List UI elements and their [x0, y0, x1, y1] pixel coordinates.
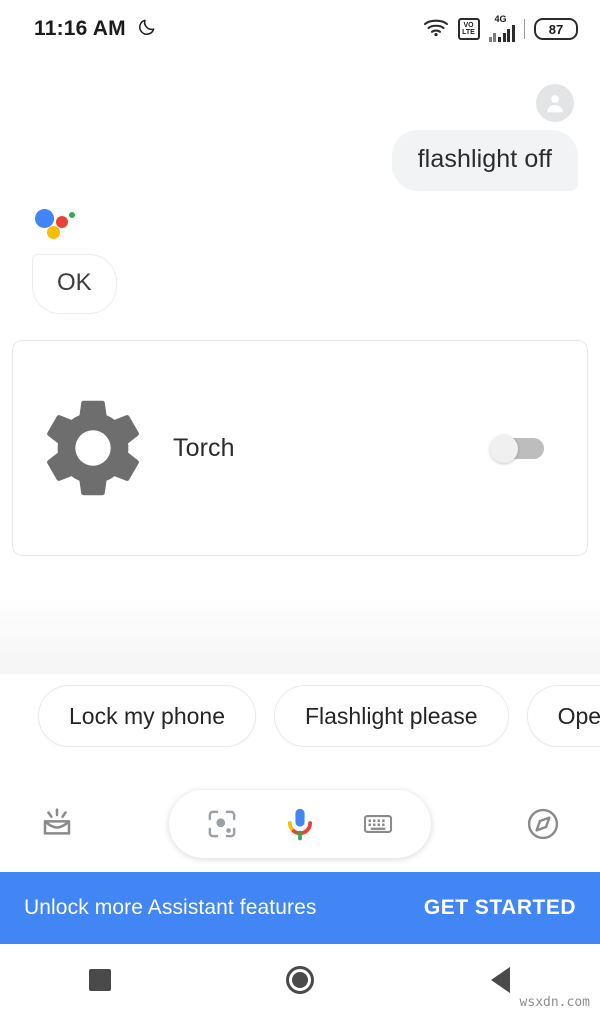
- home-inner-dot: [292, 972, 308, 988]
- signal-bars-sim2: [498, 24, 515, 42]
- device-name-label: Torch: [173, 433, 235, 462]
- google-lens-icon[interactable]: [194, 796, 250, 852]
- battery-percent-label: 87: [548, 21, 564, 37]
- volte-bottom-text: LTE: [462, 29, 475, 36]
- suggestion-chip[interactable]: Open c: [526, 685, 600, 747]
- toggle-knob[interactable]: [490, 435, 518, 463]
- signal-bars-sim1: [488, 24, 496, 42]
- volte-icon: VO LTE: [457, 18, 480, 40]
- back-triangle-shape: [490, 967, 510, 993]
- torch-toggle-wrap[interactable]: [447, 435, 587, 463]
- volte-top-text: VO: [463, 22, 474, 29]
- assistant-screen: 11:16 AM VO LTE 4G 87 flashlight off OK …: [0, 0, 600, 1016]
- cellular-signal-icon: 4G: [488, 14, 515, 42]
- assistant-dot-red: [56, 216, 68, 228]
- wifi-icon: [423, 17, 449, 42]
- assistant-dot-blue: [35, 209, 54, 228]
- battery-icon: 87: [534, 18, 578, 40]
- status-bar-right: VO LTE 4G 87: [423, 14, 578, 42]
- snapshot-icon[interactable]: [30, 797, 84, 851]
- section-separator: [0, 658, 600, 674]
- suggestion-chip[interactable]: Flashlight please: [273, 685, 509, 747]
- circle-home-icon[interactable]: [255, 955, 345, 1005]
- status-bar: 11:16 AM VO LTE 4G 87: [0, 0, 600, 58]
- suggestion-chips-row[interactable]: Lock my phone Flashlight please Open c: [0, 685, 600, 747]
- google-assistant-logo-icon: [34, 204, 78, 244]
- google-microphone-icon[interactable]: [272, 796, 328, 852]
- assistant-action-pill: [169, 790, 431, 858]
- status-divider: [523, 19, 525, 39]
- avatar[interactable]: [536, 84, 574, 122]
- android-nav-bar: [0, 944, 600, 1016]
- status-time: 11:16 AM: [34, 17, 126, 40]
- watermark: wsxdn.com: [519, 995, 590, 1010]
- compass-explore-icon[interactable]: [516, 797, 570, 851]
- assistant-reply-bubble: OK: [32, 254, 117, 314]
- promo-banner-text: Unlock more Assistant features: [24, 896, 317, 919]
- crescent-moon-icon: [137, 17, 157, 42]
- network-type-label: 4G: [494, 14, 507, 24]
- square-recents-icon[interactable]: [55, 955, 145, 1005]
- status-bar-left: 11:16 AM: [34, 17, 157, 42]
- promo-banner[interactable]: Unlock more Assistant features GET START…: [0, 872, 600, 944]
- user-message-bubble: flashlight off: [391, 130, 578, 191]
- keyboard-icon[interactable]: [350, 796, 406, 852]
- content-fade: [0, 596, 600, 658]
- suggestion-chip[interactable]: Lock my phone: [38, 685, 256, 747]
- home-ring-shape: [286, 966, 314, 994]
- gear-icon: [13, 389, 173, 507]
- assistant-dot-green: [69, 212, 75, 218]
- user-avatar-icon: [547, 95, 563, 113]
- recents-square-shape: [89, 969, 111, 991]
- assistant-dot-yellow: [47, 226, 60, 239]
- torch-toggle-switch[interactable]: [490, 435, 544, 463]
- assistant-input-bar: [0, 780, 600, 868]
- get-started-button[interactable]: GET STARTED: [424, 896, 576, 920]
- torch-device-card[interactable]: Torch: [12, 340, 588, 556]
